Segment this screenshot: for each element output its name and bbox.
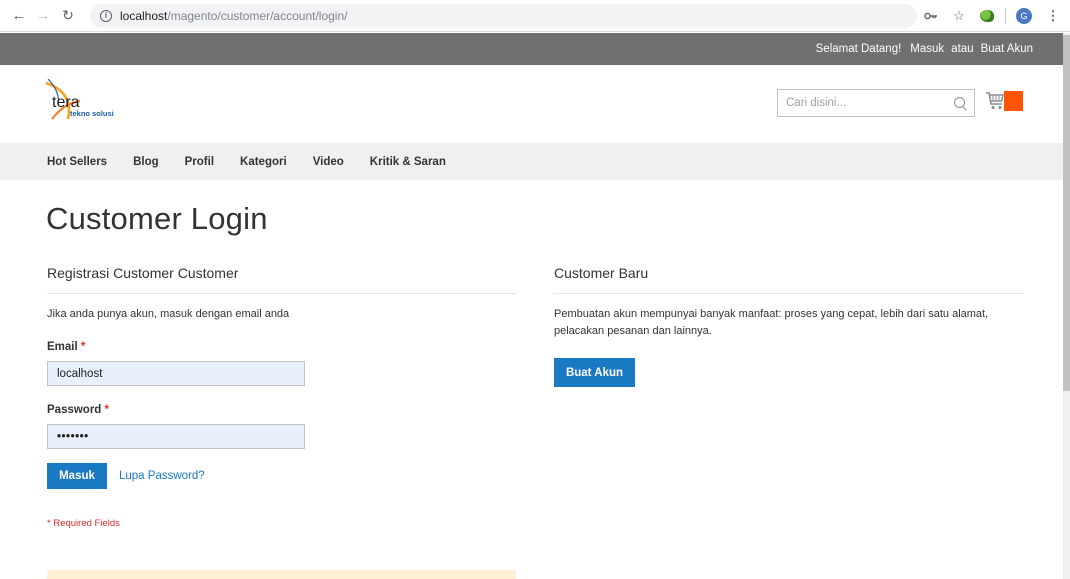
required-asterisk: * [80,341,86,353]
cart-counter-badge[interactable] [1004,91,1023,111]
password-label-text: Password [47,404,102,416]
search-icon[interactable] [954,97,965,108]
login-block: Registrasi Customer Customer Jika anda p… [47,265,516,529]
password-label: Password * [47,404,109,416]
search-placeholder: Cari disini... [786,97,847,109]
create-account-link[interactable]: Buat Akun [981,43,1033,55]
password-value: ••••••• [57,430,89,443]
browser-toolbar: ← → ↻ i localhost/magento/customer/accou… [0,0,1070,32]
required-asterisk: * [104,404,110,416]
search-input[interactable]: Cari disini... [777,89,975,117]
email-value: localhost [57,367,103,380]
url-host: localhost [120,9,168,23]
key-icon[interactable] [920,5,942,27]
profile-avatar[interactable]: G [1013,5,1035,27]
star-icon[interactable]: ☆ [948,5,970,27]
panel-header: Selamat Datang! Masuk atau Buat Akun [0,33,1063,65]
scrollbar-thumb[interactable] [1063,35,1070,391]
email-label: Email * [47,341,85,353]
password-field[interactable]: ••••••• [47,424,305,449]
nav-item-kategori[interactable]: Kategori [240,156,287,168]
site-logo[interactable]: tera tekno solusi [45,78,146,125]
nav-item-video[interactable]: Video [313,156,344,168]
notice-message [47,570,516,579]
page-title: Customer Login [46,201,268,236]
url-path: /magento/customer/account/login/ [167,9,348,23]
sign-in-link[interactable]: Masuk [910,43,944,55]
toolbar-divider [1005,8,1006,24]
reload-icon[interactable]: ↻ [57,5,79,27]
main-navigation: Hot Sellers Blog Profil Kategori Video K… [0,143,1063,180]
login-block-title: Registrasi Customer Customer [47,265,516,294]
or-text: atau [951,43,974,55]
page-scrollbar[interactable] [1063,33,1070,579]
nav-item-blog[interactable]: Blog [133,156,159,168]
required-fields-note: * Required Fields [47,518,120,529]
new-customer-text: Pembuatan akun mempunyai banyak manfaat:… [554,308,989,337]
info-icon[interactable]: i [100,10,112,22]
address-bar[interactable]: i localhost/magento/customer/account/log… [90,4,917,28]
nav-item-profil[interactable]: Profil [185,156,214,168]
extension-icon[interactable] [976,5,998,27]
avatar: G [1016,8,1032,24]
login-intro: Jika anda punya akun, masuk dengan email… [47,308,290,320]
nav-item-kritik-saran[interactable]: Kritik & Saran [370,156,446,168]
new-customer-block: Customer Baru Pembuatan akun mempunyai b… [554,265,1023,387]
menu-kebab-icon[interactable]: ⋮ [1042,5,1064,27]
welcome-message: Selamat Datang! [815,43,902,55]
forgot-password-link[interactable]: Lupa Password? [119,470,205,482]
login-button[interactable]: Masuk [47,463,107,489]
create-account-button[interactable]: Buat Akun [554,358,635,387]
nav-item-hot-sellers[interactable]: Hot Sellers [47,156,107,168]
email-field[interactable]: localhost [47,361,305,386]
new-customer-title: Customer Baru [554,265,1023,294]
email-label-text: Email [47,341,78,353]
logo-tagline: tekno solusi [70,109,114,118]
back-arrow-icon[interactable]: ← [8,5,30,27]
forward-arrow-icon[interactable]: → [32,5,54,27]
